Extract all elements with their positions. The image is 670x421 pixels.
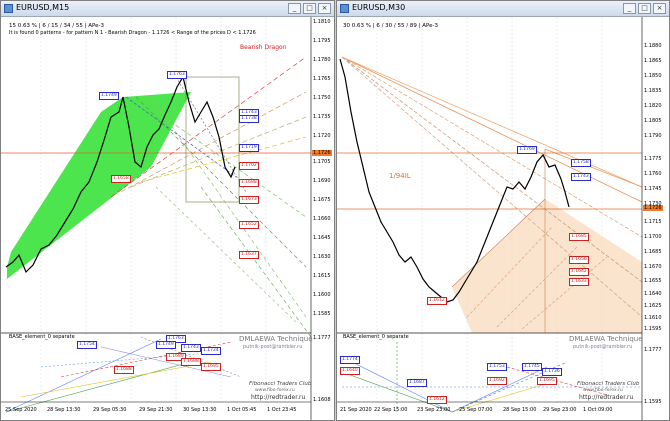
watermark-title: DMLAEWA Technique bbox=[239, 335, 313, 343]
window-titlebar[interactable]: EURUSD,M30 _ □ × bbox=[337, 1, 669, 17]
sub-price-label: 1.1743 bbox=[181, 344, 201, 352]
pattern-box bbox=[185, 76, 240, 203]
price-chart-m30[interactable] bbox=[337, 17, 669, 421]
watermark-club: Fibonacci Traders Club bbox=[249, 381, 312, 387]
current-price-marker: 1.1726 bbox=[643, 205, 663, 211]
window-title: EURUSD,M15 bbox=[16, 3, 70, 12]
sub-price-label: 1.1688 bbox=[114, 366, 134, 374]
sub-price-label: 1.1754 bbox=[77, 341, 97, 349]
price-label: 1.1685 bbox=[569, 233, 589, 241]
sub-price-label: 1.1745 bbox=[522, 363, 542, 371]
sub-price-label: 1.1695 bbox=[537, 377, 557, 385]
price-label: 1.1719 bbox=[239, 144, 259, 152]
sub-axis-bottom: 1.1595 bbox=[644, 399, 662, 405]
price-label: 1.1743 bbox=[571, 173, 591, 181]
indicator-info-line: 30 0.63 % | 6 / 30 / 55 / 89 | APe-3 bbox=[343, 23, 438, 29]
sub-price-label: 1.1688 bbox=[181, 358, 201, 366]
sub-price-label: 1.1687 bbox=[407, 379, 427, 387]
price-label: 1.1769 bbox=[517, 146, 537, 154]
pattern-info-line: It is found 0 patterns - for pattern N 1… bbox=[9, 30, 256, 36]
sub-axis-top: 1.1777 bbox=[644, 347, 662, 353]
watermark-url: http://redtrader.ru bbox=[579, 394, 634, 401]
price-label: 1.1738 bbox=[239, 115, 259, 123]
current-price-marker: 1.1726 bbox=[312, 150, 332, 156]
sub-price-label: 1.1612 bbox=[427, 396, 447, 404]
price-label: 1.1749 bbox=[99, 92, 119, 100]
price-label: 1.1673 bbox=[239, 196, 259, 204]
price-label: 1.1652 bbox=[239, 221, 259, 229]
price-label: 1.1702 bbox=[239, 162, 259, 170]
chart-window-eurusd-m30[interactable]: EURUSD,M30 _ □ × 30 0.63 % | 6 / 30 / 55… bbox=[336, 0, 670, 421]
price-label: 1.1642 bbox=[569, 268, 589, 276]
sub-price-label: 1.1640 bbox=[340, 367, 360, 375]
sub-axis-top: 1.1777 bbox=[313, 335, 331, 341]
price-label: 1.1633 bbox=[569, 278, 589, 286]
sub-price-label: 1.1692 bbox=[487, 377, 507, 385]
sub-price-label: 1.1753 bbox=[487, 363, 507, 371]
sub-indicator-title: BASE_element_0 separate bbox=[343, 334, 409, 340]
watermark-site: www.fibo-forex.ru bbox=[255, 388, 295, 393]
close-button[interactable]: × bbox=[318, 3, 331, 14]
watermark-email: putnik-post@rambler.ru bbox=[573, 344, 633, 350]
watermark-site: www.fibo-forex.ru bbox=[583, 388, 623, 393]
price-label: 1.1758 bbox=[571, 159, 591, 167]
sub-price-label: 1.1774 bbox=[340, 356, 360, 364]
indicator-info-line: 15 0.63 % | 6 / 15 / 34 / 55 | APe-3 bbox=[9, 23, 104, 29]
watermark-title: DMLAEWA Technique bbox=[569, 335, 643, 343]
chart-window-eurusd-m15[interactable]: EURUSD,M15 _ □ × 15 0.63 % | 6 / 15 / 34… bbox=[0, 0, 335, 421]
fibo-level-label: 1/94IL bbox=[389, 172, 411, 180]
sub-price-label: 1.1749 bbox=[156, 341, 176, 349]
maximize-button[interactable]: □ bbox=[303, 3, 316, 14]
watermark-url: http://redtrader.ru bbox=[251, 394, 306, 401]
price-label: 1.1656 bbox=[569, 256, 589, 264]
minimize-button[interactable]: _ bbox=[288, 3, 301, 14]
chart-window-icon bbox=[4, 4, 13, 13]
minimize-button[interactable]: _ bbox=[623, 3, 636, 14]
window-title: EURUSD,M30 bbox=[352, 3, 406, 12]
window-titlebar[interactable]: EURUSD,M15 _ □ × bbox=[1, 1, 334, 17]
maximize-button[interactable]: □ bbox=[638, 3, 651, 14]
sub-axis-bottom: 1.1608 bbox=[313, 397, 331, 403]
chart-window-icon bbox=[340, 4, 349, 13]
watermark-email: putnik-post@rambler.ru bbox=[243, 344, 303, 350]
sub-indicator-title: BASE_element_0 separate bbox=[9, 334, 75, 340]
price-label: 1.1688 bbox=[239, 179, 259, 187]
fibo-channel-area bbox=[452, 199, 642, 333]
price-label: 1.1658 bbox=[111, 175, 131, 183]
price-label: 1.1763 bbox=[167, 71, 187, 79]
pattern-name-label: Bearish Dragon bbox=[240, 44, 287, 51]
close-button[interactable]: × bbox=[653, 3, 666, 14]
price-label: 1.1637 bbox=[239, 251, 259, 259]
sub-price-label: 1.1695 bbox=[201, 363, 221, 371]
price-label: 1.1612 bbox=[427, 297, 447, 305]
watermark-club: Fibonacci Traders Club bbox=[577, 381, 640, 387]
sub-price-label: 1.1736 bbox=[542, 368, 562, 376]
sub-price-label: 1.1724 bbox=[201, 347, 221, 355]
